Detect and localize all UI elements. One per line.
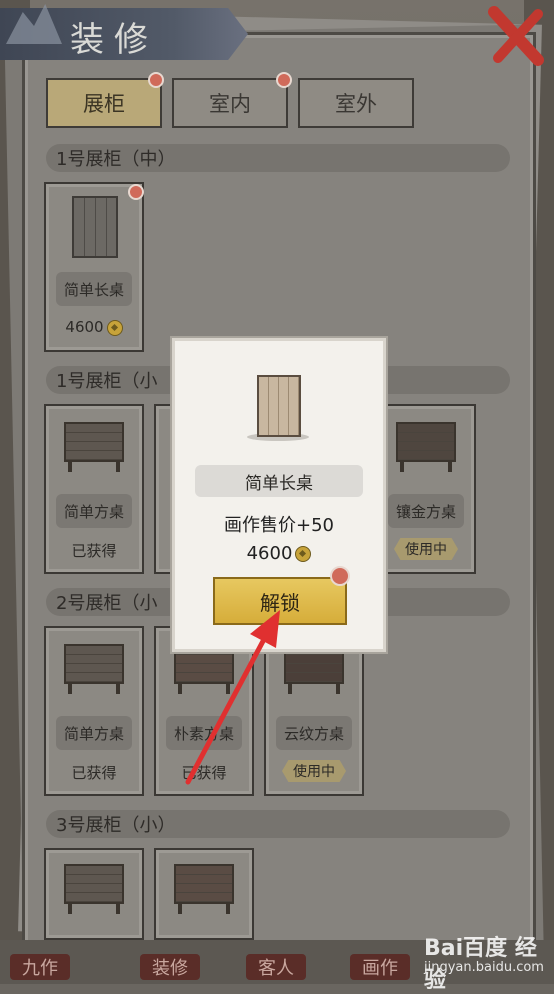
tab-outdoor[interactable]: 室外: [298, 78, 414, 128]
item-name: 简单长桌: [56, 272, 132, 306]
notification-badge: [148, 72, 164, 88]
item-status: 已获得: [71, 542, 117, 560]
table-image: [396, 422, 456, 472]
in-use-badge: 使用中: [394, 538, 458, 560]
item-card[interactable]: 简单方桌 已获得: [44, 404, 144, 574]
popup-item-name: 简单长桌: [195, 465, 363, 497]
notification-badge: [128, 184, 144, 200]
tab-indoor[interactable]: 室内: [172, 78, 288, 128]
tab-display-case[interactable]: 展柜: [46, 78, 162, 128]
baidu-watermark: Bai百度 经验 jingyan.baidu.com: [424, 930, 552, 993]
tab-label: 展柜: [83, 92, 125, 116]
tab-label: 室内: [209, 92, 251, 116]
popup-price: 4600: [175, 543, 383, 564]
watermark-url: jingyan.baidu.com: [424, 960, 544, 975]
item-card[interactable]: 简单方桌 已获得: [44, 626, 144, 796]
item-name: 云纹方桌: [276, 716, 352, 750]
price-value: 4600: [65, 318, 104, 336]
item-name: 简单方桌: [56, 494, 132, 528]
item-name: 简单方桌: [56, 716, 132, 750]
item-card[interactable]: [154, 848, 254, 940]
cabinet-image: [72, 196, 118, 258]
close-icon: [488, 6, 544, 66]
nav-item[interactable]: 九作: [10, 954, 70, 980]
notification-badge: [276, 72, 292, 88]
table-image: [64, 422, 124, 472]
popup-bonus: 画作售价+50: [224, 515, 334, 536]
nav-item[interactable]: 画作: [350, 954, 410, 980]
item-name: 镶金方桌: [388, 494, 464, 528]
section-title: 3号展柜（小）: [46, 810, 510, 838]
coin-icon: [106, 319, 123, 336]
item-card[interactable]: 镶金方桌 使用中: [376, 404, 476, 574]
coin-icon: [295, 546, 312, 562]
table-image: [174, 864, 234, 914]
item-status: 已获得: [181, 764, 227, 782]
item-name: 朴素方桌: [166, 716, 242, 750]
notification-badge: [330, 566, 350, 586]
unlock-button[interactable]: 解锁: [213, 577, 347, 625]
nav-item[interactable]: 客人: [246, 954, 306, 980]
close-button[interactable]: [488, 4, 546, 66]
table-image: [64, 864, 124, 914]
item-card[interactable]: [44, 848, 144, 940]
in-use-badge: 使用中: [282, 760, 346, 782]
item-card[interactable]: 简单长桌 4600: [44, 182, 144, 352]
tab-label: 室外: [335, 92, 377, 116]
nav-item[interactable]: 装修: [140, 954, 200, 980]
table-image: [64, 644, 124, 694]
item-status: 已获得: [71, 764, 117, 782]
price-value: 4600: [246, 543, 293, 564]
section-title: 1号展柜（中）: [46, 144, 510, 172]
item-price: 4600: [46, 318, 142, 336]
page-title: 装修: [70, 20, 158, 60]
unlock-popup: 简单长桌 画作售价+50 4600 解锁: [172, 338, 386, 652]
cabinet-image: [247, 371, 309, 443]
